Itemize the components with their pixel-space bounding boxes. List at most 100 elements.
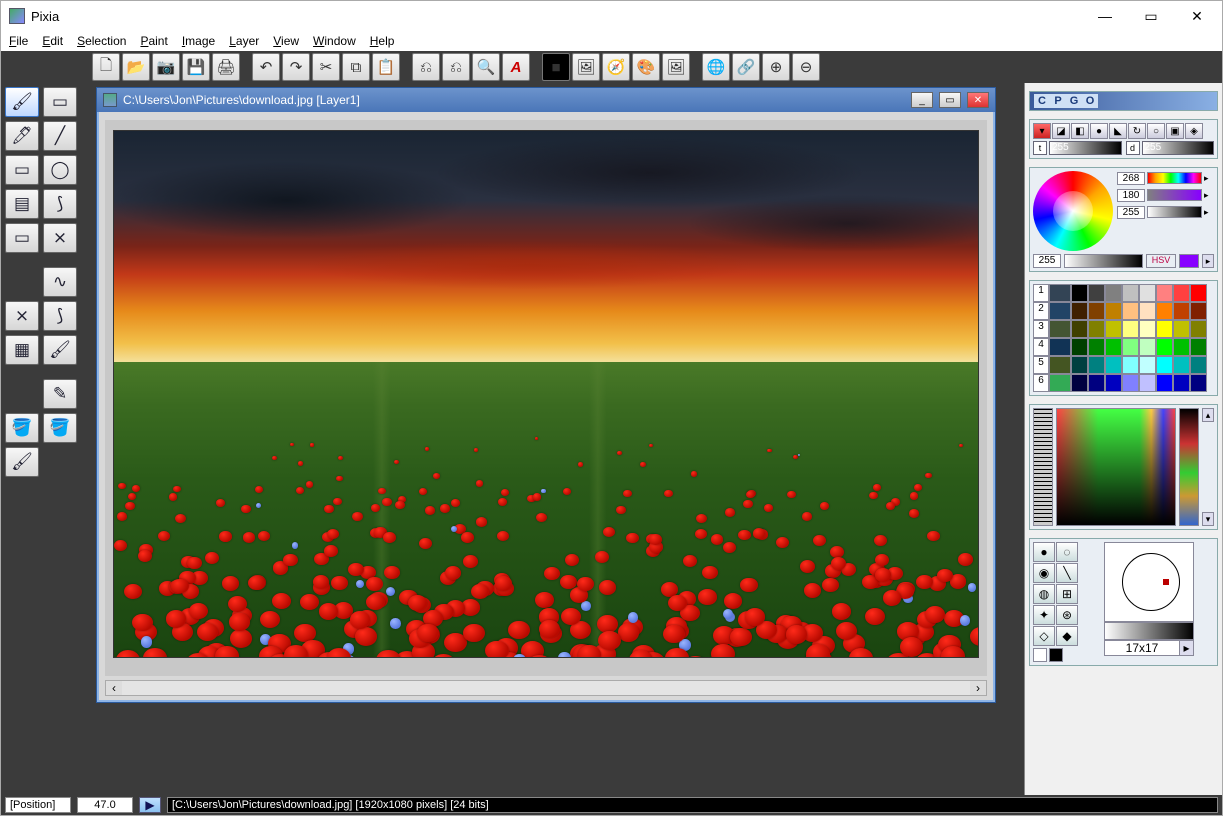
window-minimize[interactable]: —	[1082, 1, 1128, 31]
palette-row-1[interactable]: 1	[1033, 284, 1049, 302]
swatch-5[interactable]	[1156, 284, 1173, 302]
palette-thumb-2[interactable]	[1049, 302, 1071, 320]
color-arrow-icon[interactable]: ▸	[1202, 254, 1214, 268]
window-maximize[interactable]: ▭	[1128, 1, 1174, 31]
scroll-right[interactable]: ›	[970, 681, 986, 695]
swatch-26[interactable]	[1105, 338, 1122, 356]
window-close[interactable]: ✕	[1174, 1, 1220, 31]
swatch-47[interactable]	[1190, 374, 1207, 392]
document-window[interactable]: C:\Users\Jon\Pictures\download.jpg [Laye…	[96, 87, 996, 703]
swatch-10[interactable]	[1105, 302, 1122, 320]
tool-rect-select[interactable]: ▭	[43, 87, 77, 117]
swatch-31[interactable]	[1190, 338, 1207, 356]
val-slider[interactable]	[1147, 206, 1202, 218]
swatch-3[interactable]	[1122, 284, 1139, 302]
menu-layer[interactable]: Layer	[229, 34, 259, 48]
canvas-image[interactable]	[113, 130, 979, 658]
brush-preview[interactable]	[1104, 542, 1194, 622]
swatch-44[interactable]	[1139, 374, 1156, 392]
tb-stamp[interactable]: ⎌	[412, 53, 440, 81]
hue-arrow-icon[interactable]: ▸	[1204, 173, 1214, 184]
swatch-8[interactable]	[1071, 302, 1088, 320]
palette-thumb-1[interactable]	[1049, 284, 1071, 302]
brush-size[interactable]: 17x17▸	[1104, 640, 1194, 656]
swatch-38[interactable]	[1173, 356, 1190, 374]
grad-up-icon[interactable]: ▴	[1202, 408, 1214, 422]
option-icon-0[interactable]: ▾	[1033, 123, 1051, 139]
brush-shape-5[interactable]: ◍	[1033, 584, 1055, 604]
tool-eyedropper[interactable]: 🖊	[5, 121, 39, 151]
swatch-23[interactable]	[1190, 320, 1207, 338]
menu-paint[interactable]: Paint	[140, 34, 167, 48]
swatch-1[interactable]	[1088, 284, 1105, 302]
bottom-gradient[interactable]	[1064, 254, 1143, 268]
status-value[interactable]: 47.0	[77, 797, 133, 813]
brush-shape-9[interactable]: ◇	[1033, 626, 1055, 646]
swatch-24[interactable]	[1071, 338, 1088, 356]
brush-shape-7[interactable]: ✦	[1033, 605, 1055, 625]
option-icon-3[interactable]: ●	[1090, 123, 1108, 139]
menu-selection[interactable]: Selection	[77, 34, 126, 48]
menu-view[interactable]: View	[273, 34, 299, 48]
option-icon-4[interactable]: ◣	[1109, 123, 1127, 139]
swatch-46[interactable]	[1173, 374, 1190, 392]
tb-web[interactable]: 🌐	[702, 53, 730, 81]
swatch-12[interactable]	[1139, 302, 1156, 320]
swatch-2[interactable]	[1105, 284, 1122, 302]
doc-minimize[interactable]: _	[911, 92, 933, 108]
brush-shape-10[interactable]: ◆	[1056, 626, 1078, 646]
gradient-strip[interactable]	[1179, 408, 1199, 526]
tool-close-path[interactable]: ⨯	[5, 301, 39, 331]
horizontal-scrollbar[interactable]: ‹ ›	[105, 680, 987, 696]
scroll-track[interactable]	[122, 681, 970, 695]
swatch-11[interactable]	[1122, 302, 1139, 320]
tab-c[interactable]: C	[1034, 94, 1050, 108]
swatch-40[interactable]	[1071, 374, 1088, 392]
tb-image-adjust[interactable]: 🖼	[572, 53, 600, 81]
d-value[interactable]: 255	[1142, 141, 1215, 155]
swatch-15[interactable]	[1190, 302, 1207, 320]
brush-shape-1[interactable]: ●	[1033, 542, 1055, 562]
sat-value[interactable]: 180	[1117, 189, 1145, 202]
tool-bucket[interactable]: 🪣	[5, 413, 39, 443]
swatch-42[interactable]	[1105, 374, 1122, 392]
tool-crop[interactable]: ▭	[5, 223, 39, 253]
tool-rect[interactable]: ▭	[5, 155, 39, 185]
tb-new[interactable]: 🗋	[92, 53, 120, 81]
option-icon-5[interactable]: ↻	[1128, 123, 1146, 139]
swatch-27[interactable]	[1122, 338, 1139, 356]
option-icon-1[interactable]: ◪	[1052, 123, 1070, 139]
swatch-7[interactable]	[1190, 284, 1207, 302]
palette-row-3[interactable]: 3	[1033, 320, 1049, 338]
tb-zoom[interactable]: 🔍	[472, 53, 500, 81]
sat-arrow-icon[interactable]: ▸	[1204, 190, 1214, 201]
swatch-0[interactable]	[1071, 284, 1088, 302]
swatch-34[interactable]	[1105, 356, 1122, 374]
swatch-17[interactable]	[1088, 320, 1105, 338]
tool-smudge[interactable]: 🖌	[43, 335, 77, 365]
palette-row-4[interactable]: 4	[1033, 338, 1049, 356]
grad-down-icon[interactable]: ▾	[1202, 512, 1214, 526]
brush-shape-8[interactable]: ⊛	[1056, 605, 1078, 625]
tab-o[interactable]: O	[1082, 94, 1098, 108]
palette-thumb-3[interactable]	[1049, 320, 1071, 338]
tool-erase-brush[interactable]: 🖌	[5, 447, 39, 477]
tab-g[interactable]: G	[1066, 94, 1082, 108]
gradient-scale[interactable]	[1033, 408, 1053, 526]
tool-pencil-edit[interactable]: ✎	[43, 379, 77, 409]
val-value[interactable]: 255	[1117, 206, 1145, 219]
option-icon-2[interactable]: ◧	[1071, 123, 1089, 139]
tool-lasso[interactable]: ⟆	[43, 189, 77, 219]
tb-camera[interactable]: 📷	[152, 53, 180, 81]
swatch-22[interactable]	[1173, 320, 1190, 338]
swatch-19[interactable]	[1122, 320, 1139, 338]
canvas-viewport[interactable]	[105, 120, 987, 676]
menu-edit[interactable]: Edit	[42, 34, 63, 48]
tb-zoom-in[interactable]: ⊕	[762, 53, 790, 81]
brush-shape-3[interactable]: ◉	[1033, 563, 1055, 583]
bottom-num[interactable]: 255	[1033, 254, 1061, 268]
tb-text[interactable]: A	[502, 53, 530, 81]
current-color[interactable]	[1179, 254, 1199, 268]
tb-stamp2[interactable]: ⎌	[442, 53, 470, 81]
brush-shape-2[interactable]: ◌	[1056, 542, 1078, 562]
